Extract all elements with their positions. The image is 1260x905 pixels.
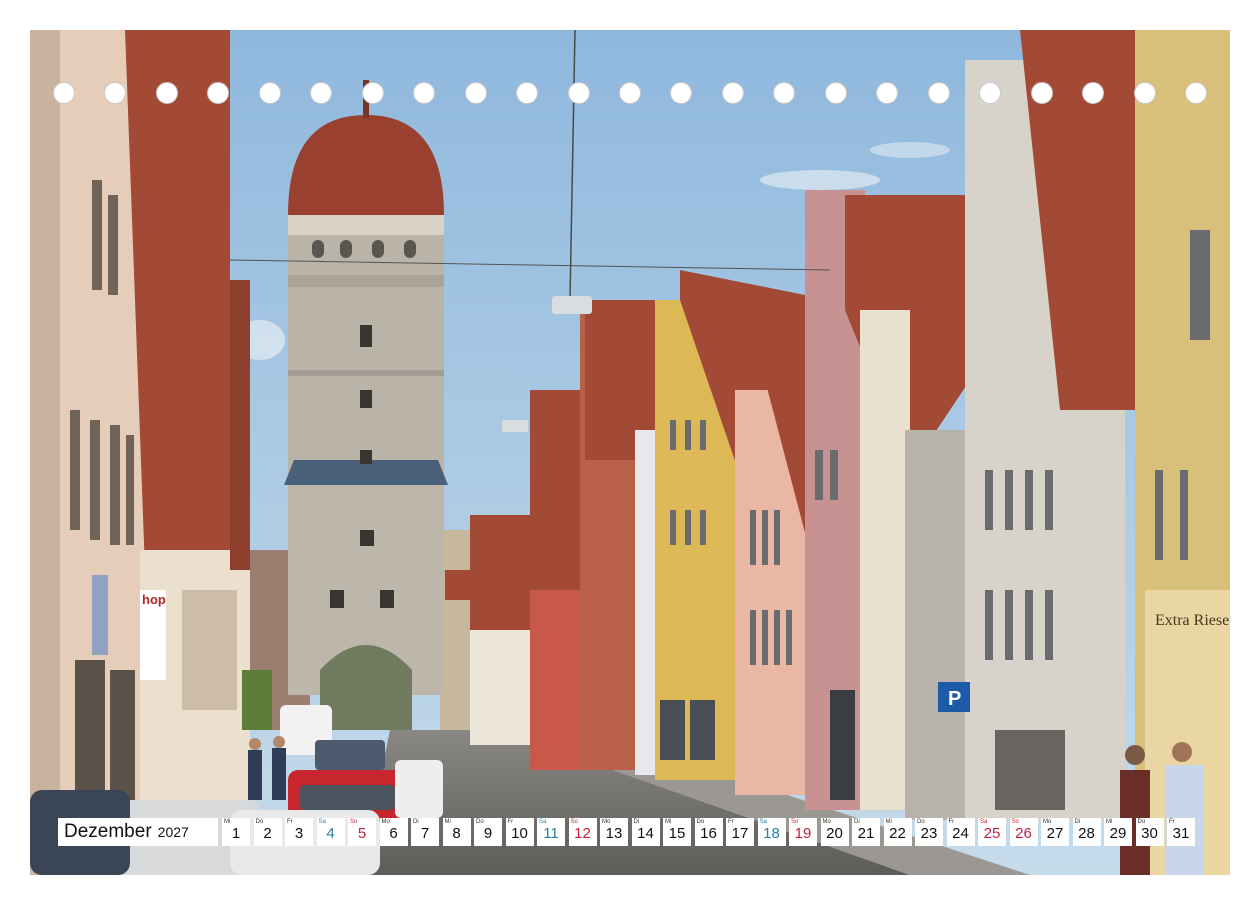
day-number: 4	[326, 825, 335, 842]
day-cell: So 26	[1009, 818, 1038, 846]
street-photo: hop Extra Riese P	[30, 30, 1230, 875]
day-number: 17	[731, 825, 749, 842]
day-cell: Sa 25	[978, 818, 1006, 846]
day-cell: Sa 11	[537, 818, 565, 846]
day-number: 14	[637, 825, 654, 842]
day-cell: Mi 1	[222, 818, 250, 846]
day-number: 2	[263, 825, 272, 842]
day-number: 7	[420, 825, 430, 842]
day-number: 27	[1046, 825, 1064, 842]
month-name: Dezember	[64, 821, 152, 842]
day-cell: Do 9	[474, 818, 502, 846]
day-cell: Mi 22	[883, 818, 912, 846]
day-number: 23	[920, 825, 938, 842]
day-cell: Do 23	[915, 818, 943, 846]
day-cell: Sa 4	[316, 818, 345, 846]
day-cell: Di 14	[631, 818, 660, 846]
day-cell: Do 2	[253, 818, 282, 846]
day-number: 16	[700, 825, 717, 842]
day-cell: Mi 15	[663, 818, 691, 846]
day-number: 6	[389, 825, 398, 842]
year-label: 2027	[157, 824, 189, 840]
day-number: 3	[294, 825, 304, 842]
spiral-binding-holes	[30, 82, 1230, 110]
calendar-strip: Dezember 2027 Mi 1 Do 2 Fr 3 Sa 4 So 5 Mo 6 Di 7 Mi 8 Do…	[58, 818, 1195, 846]
day-number: 18	[763, 825, 780, 842]
day-number: 22	[889, 825, 906, 842]
day-number: 31	[1172, 825, 1190, 842]
day-cell: So 12	[568, 818, 597, 846]
day-number: 8	[452, 825, 461, 842]
day-cell: Mo 6	[379, 818, 408, 846]
day-cell: Mi 8	[442, 818, 471, 846]
day-number: 28	[1078, 825, 1095, 842]
day-number: 10	[511, 825, 528, 842]
day-number: 15	[668, 825, 686, 842]
day-number: 19	[794, 825, 812, 842]
day-cell: Mo 13	[600, 818, 628, 846]
day-cell: Di 21	[852, 818, 880, 846]
shop-sign-left: hop	[142, 592, 166, 607]
parking-sign: P	[948, 688, 961, 710]
day-number: 5	[357, 825, 367, 842]
day-number: 30	[1141, 825, 1158, 842]
month-label: Dezember 2027	[58, 818, 218, 846]
day-cell: Fr 24	[946, 818, 975, 846]
calendar-page: hop Extra Riese P	[30, 30, 1230, 875]
day-cell: Sa 18	[757, 818, 786, 846]
day-cell: So 19	[789, 818, 817, 846]
day-cell: Do 30	[1135, 818, 1164, 846]
day-cell: Mo 27	[1041, 818, 1069, 846]
day-cell: Fr 10	[505, 818, 534, 846]
day-number: 1	[231, 825, 241, 842]
day-number: 11	[543, 825, 559, 842]
day-cell: Fr 3	[285, 818, 313, 846]
day-cell: So 5	[348, 818, 376, 846]
shop-sign-right: Extra Rieser Nach	[1155, 612, 1230, 629]
day-number: 24	[952, 825, 969, 842]
tower	[284, 80, 448, 730]
day-number: 29	[1109, 825, 1127, 842]
day-number: 13	[605, 825, 623, 842]
day-cell: Di 7	[411, 818, 439, 846]
day-cell: Fr 31	[1167, 818, 1195, 846]
day-number: 25	[983, 825, 1001, 842]
day-cell: Fr 17	[726, 818, 754, 846]
day-number: 20	[826, 825, 843, 842]
day-number: 9	[483, 825, 493, 842]
day-cell: Do 16	[694, 818, 723, 846]
day-cells: Mi 1 Do 2 Fr 3 Sa 4 So 5 Mo 6 Di 7 Mi 8 Do 9 Fr 10 Sa 11 So 12 M…	[222, 818, 1195, 846]
day-cell: Mo 20	[820, 818, 849, 846]
day-cell: Di 28	[1072, 818, 1101, 846]
day-number: 26	[1015, 825, 1032, 842]
day-cell: Mi 29	[1104, 818, 1132, 846]
day-number: 12	[574, 825, 591, 842]
day-number: 21	[857, 825, 875, 842]
